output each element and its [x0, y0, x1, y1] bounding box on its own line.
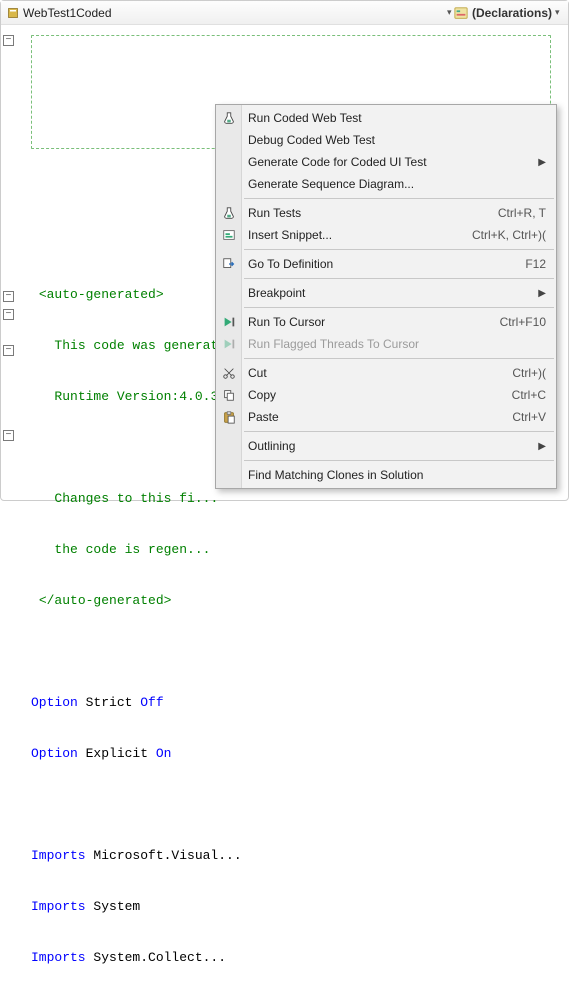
- vb-file-icon: [7, 7, 19, 19]
- context-menu: Run Coded Web Test Debug Coded Web Test …: [215, 104, 557, 489]
- goto-definition-icon: [221, 256, 237, 272]
- menu-separator: [244, 358, 554, 359]
- type-dropdown-label: WebTest1Coded: [23, 6, 112, 20]
- fold-toggle[interactable]: [3, 35, 14, 46]
- fold-toggle[interactable]: [3, 345, 14, 356]
- menu-insert-snippet[interactable]: Insert Snippet... Ctrl+K, Ctrl+)(: [216, 224, 556, 246]
- menu-separator: [244, 307, 554, 308]
- paste-icon: [221, 409, 237, 425]
- snippet-icon: [221, 227, 237, 243]
- run-to-cursor-icon: [221, 314, 237, 330]
- flask-icon: [221, 110, 237, 126]
- flask-icon: [221, 205, 237, 221]
- type-dropdown-caret[interactable]: ▾: [444, 7, 454, 18]
- menu-run-coded-web-test[interactable]: Run Coded Web Test: [216, 107, 556, 129]
- declarations-icon: [454, 6, 468, 20]
- fold-toggle[interactable]: [3, 309, 14, 320]
- chevron-right-icon: ▶: [538, 441, 546, 452]
- member-dropdown-label: (Declarations): [472, 6, 552, 20]
- menu-breakpoint[interactable]: Breakpoint ▶: [216, 282, 556, 304]
- menu-goto-definition[interactable]: Go To Definition F12: [216, 253, 556, 275]
- run-to-cursor-icon: [221, 336, 237, 352]
- menu-run-flagged-threads: Run Flagged Threads To Cursor: [216, 333, 556, 355]
- menu-separator: [244, 431, 554, 432]
- menu-run-tests[interactable]: Run Tests Ctrl+R, T: [216, 202, 556, 224]
- fold-toggle[interactable]: [3, 430, 14, 441]
- member-dropdown[interactable]: (Declarations): [454, 6, 552, 20]
- menu-paste[interactable]: Paste Ctrl+V: [216, 406, 556, 428]
- fold-toggle[interactable]: [3, 291, 14, 302]
- menu-separator: [244, 460, 554, 461]
- menu-cut[interactable]: Cut Ctrl+)(: [216, 362, 556, 384]
- editor-header: WebTest1Coded ▾ (Declarations) ▾: [1, 1, 568, 25]
- menu-separator: [244, 249, 554, 250]
- menu-separator: [244, 278, 554, 279]
- menu-run-to-cursor[interactable]: Run To Cursor Ctrl+F10: [216, 311, 556, 333]
- scissors-icon: [221, 365, 237, 381]
- menu-find-matching-clones[interactable]: Find Matching Clones in Solution: [216, 464, 556, 486]
- menu-separator: [244, 198, 554, 199]
- copy-icon: [221, 387, 237, 403]
- menu-debug-coded-web-test[interactable]: Debug Coded Web Test: [216, 129, 556, 151]
- member-dropdown-caret[interactable]: ▾: [552, 7, 562, 18]
- menu-generate-sequence-diagram[interactable]: Generate Sequence Diagram...: [216, 173, 556, 195]
- menu-outlining[interactable]: Outlining ▶: [216, 435, 556, 457]
- type-dropdown[interactable]: WebTest1Coded: [7, 6, 112, 20]
- menu-copy[interactable]: Copy Ctrl+C: [216, 384, 556, 406]
- menu-generate-code-coded-ui[interactable]: Generate Code for Coded UI Test ▶: [216, 151, 556, 173]
- chevron-right-icon: ▶: [538, 157, 546, 168]
- chevron-right-icon: ▶: [538, 288, 546, 299]
